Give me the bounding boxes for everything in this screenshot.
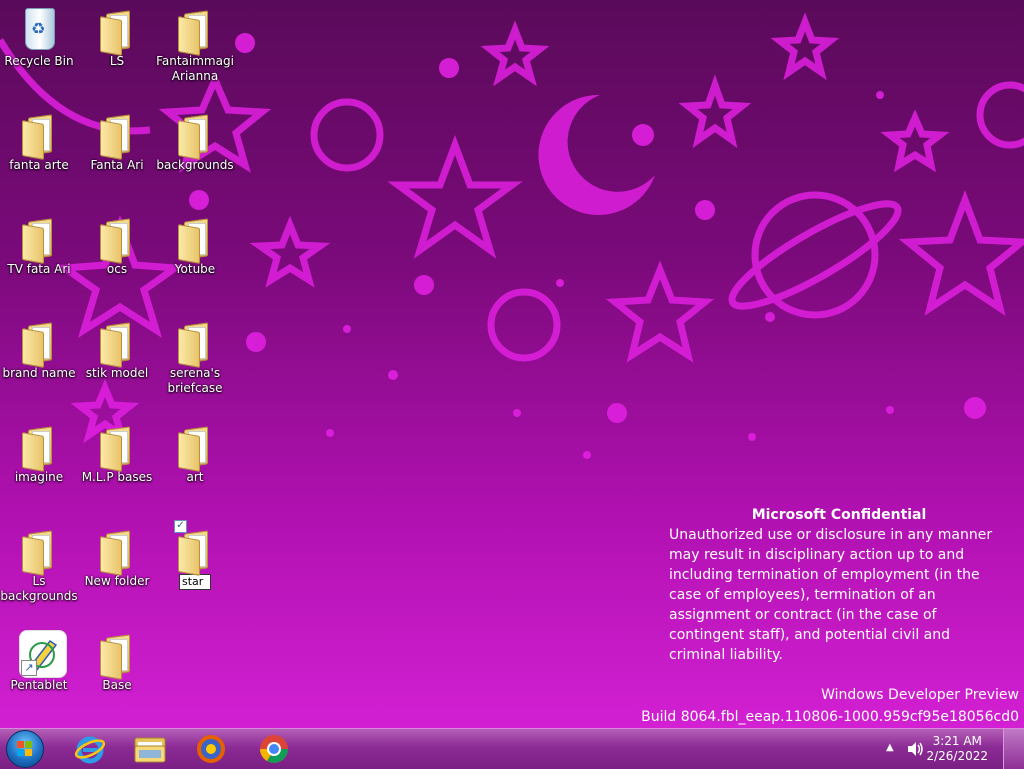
taskbar-firefox[interactable] bbox=[182, 731, 240, 767]
desktop-icon-label: Yotube bbox=[174, 262, 216, 276]
system-tray: ▲ 3:21 AM 2/26/2022 bbox=[874, 729, 1024, 769]
desktop-icon-tv-fata-ari[interactable]: TV fata Ari bbox=[0, 214, 78, 277]
desktop-icon-label: backgrounds bbox=[156, 158, 234, 172]
clock-date: 2/26/2022 bbox=[926, 749, 988, 763]
desktop-icon-pentablet[interactable]: ↗ Pentablet bbox=[0, 630, 78, 693]
folder-icon bbox=[19, 318, 59, 368]
desktop-icon-label: Recycle Bin bbox=[4, 54, 74, 68]
recycle-bin-icon: ♻ bbox=[19, 6, 59, 52]
desktop-icon-serena-s-briefcase[interactable]: serena's briefcase bbox=[156, 318, 234, 396]
folder-icon bbox=[97, 6, 137, 56]
desktop-icon-fanta-arte[interactable]: fanta arte bbox=[0, 110, 78, 173]
folder-icon bbox=[175, 318, 215, 368]
chrome-icon bbox=[260, 735, 288, 763]
desktop-icon-new-folder[interactable]: New folder bbox=[78, 526, 156, 589]
desktop-icon-label: TV fata Ari bbox=[7, 262, 71, 276]
desktop-icon-star[interactable]: ✓ star bbox=[156, 520, 234, 590]
desktop-icon-label: fanta arte bbox=[9, 158, 69, 172]
desktop-icon-ls[interactable]: LS bbox=[78, 6, 156, 69]
show-hidden-icons-icon[interactable]: ▲ bbox=[886, 742, 894, 753]
taskbar-chrome[interactable] bbox=[245, 731, 303, 767]
folder-icon bbox=[97, 214, 137, 264]
desktop-icon-label: Fanta Ari bbox=[90, 158, 144, 172]
desktop-icon-label: serena's briefcase bbox=[167, 366, 223, 395]
show-desktop-button[interactable] bbox=[1003, 729, 1024, 769]
desktop-icon-label: Ls backgrounds bbox=[0, 574, 78, 603]
desktop-icon-label: New folder bbox=[84, 574, 150, 588]
desktop-icon-backgrounds[interactable]: backgrounds bbox=[156, 110, 234, 173]
product-name: Windows Developer Preview bbox=[821, 687, 1019, 703]
desktop-icon-label: imagine bbox=[14, 470, 64, 484]
folder-icon bbox=[134, 737, 166, 763]
desktop-icon-label: art bbox=[186, 470, 204, 484]
folder-icon bbox=[97, 422, 137, 472]
selection-checkbox-icon[interactable]: ✓ bbox=[174, 520, 187, 533]
desktop-icon-art[interactable]: art bbox=[156, 422, 234, 485]
desktop-icon-m-l-p-bases[interactable]: M.L.P bases bbox=[78, 422, 156, 485]
folder-icon bbox=[175, 422, 215, 472]
clock[interactable]: 3:21 AM 2/26/2022 bbox=[926, 734, 988, 764]
start-button[interactable] bbox=[6, 730, 46, 768]
desktop-icon-label: Base bbox=[102, 678, 132, 692]
desktop-icon-recycle-bin[interactable]: ♻ Recycle Bin bbox=[0, 6, 78, 69]
desktop-icon-label: LS bbox=[109, 54, 125, 68]
confidential-title: Microsoft Confidential bbox=[751, 507, 927, 523]
build-string: Build 8064.fbl_eeap.110806-1000.959cf95e… bbox=[641, 709, 1019, 725]
taskbar-internet-explorer[interactable] bbox=[61, 731, 119, 767]
confidential-notice: Microsoft Confidential Unauthorized use … bbox=[669, 505, 1009, 665]
volume-icon[interactable] bbox=[906, 741, 924, 757]
folder-icon bbox=[97, 526, 137, 576]
folder-icon bbox=[19, 422, 59, 472]
confidential-body: Unauthorized use or disclosure in any ma… bbox=[669, 527, 993, 663]
desktop-icon-brand-name[interactable]: brand name bbox=[0, 318, 78, 381]
desktop-icon-label: M.L.P bases bbox=[81, 470, 153, 484]
folder-icon: ✓ bbox=[174, 520, 215, 576]
build-info: Windows Developer Preview Build 8064.fbl… bbox=[641, 684, 1019, 728]
taskbar-file-explorer[interactable] bbox=[121, 731, 179, 767]
desktop-icon-fanta-ari[interactable]: Fanta Ari bbox=[78, 110, 156, 173]
desktop-icon-label: brand name bbox=[2, 366, 76, 380]
desktop-icon-fantaimmagi-arianna[interactable]: Fantaimmagi Arianna bbox=[156, 6, 234, 84]
folder-icon bbox=[97, 318, 137, 368]
desktop-icon-label: Pentablet bbox=[10, 678, 68, 692]
ie-icon bbox=[74, 736, 106, 764]
folder-icon bbox=[175, 110, 215, 160]
folder-icon bbox=[175, 214, 215, 264]
rename-input[interactable]: star bbox=[179, 574, 211, 590]
desktop-icon-imagine[interactable]: imagine bbox=[0, 422, 78, 485]
folder-icon bbox=[97, 630, 137, 680]
folder-icon bbox=[175, 6, 215, 56]
folder-icon bbox=[19, 526, 59, 576]
desktop-icon-label: stik model bbox=[85, 366, 149, 380]
desktop-icon-ocs[interactable]: ocs bbox=[78, 214, 156, 277]
folder-icon bbox=[19, 214, 59, 264]
desktop-icon-base[interactable]: Base bbox=[78, 630, 156, 693]
desktop-icon-stik-model[interactable]: stik model bbox=[78, 318, 156, 381]
firefox-icon bbox=[197, 735, 225, 763]
pentablet-app-icon: ↗ bbox=[19, 630, 67, 678]
clock-time: 3:21 AM bbox=[932, 734, 982, 748]
folder-icon bbox=[97, 110, 137, 160]
taskbar: ▲ 3:21 AM 2/26/2022 bbox=[0, 728, 1024, 769]
desktop-icon-yotube[interactable]: Yotube bbox=[156, 214, 234, 277]
folder-icon bbox=[19, 110, 59, 160]
windows-logo-icon bbox=[6, 730, 44, 768]
desktop-icon-label: Fantaimmagi Arianna bbox=[156, 54, 234, 83]
desktop-icon-label: ocs bbox=[106, 262, 128, 276]
desktop-icon-ls-backgrounds[interactable]: Ls backgrounds bbox=[0, 526, 78, 604]
